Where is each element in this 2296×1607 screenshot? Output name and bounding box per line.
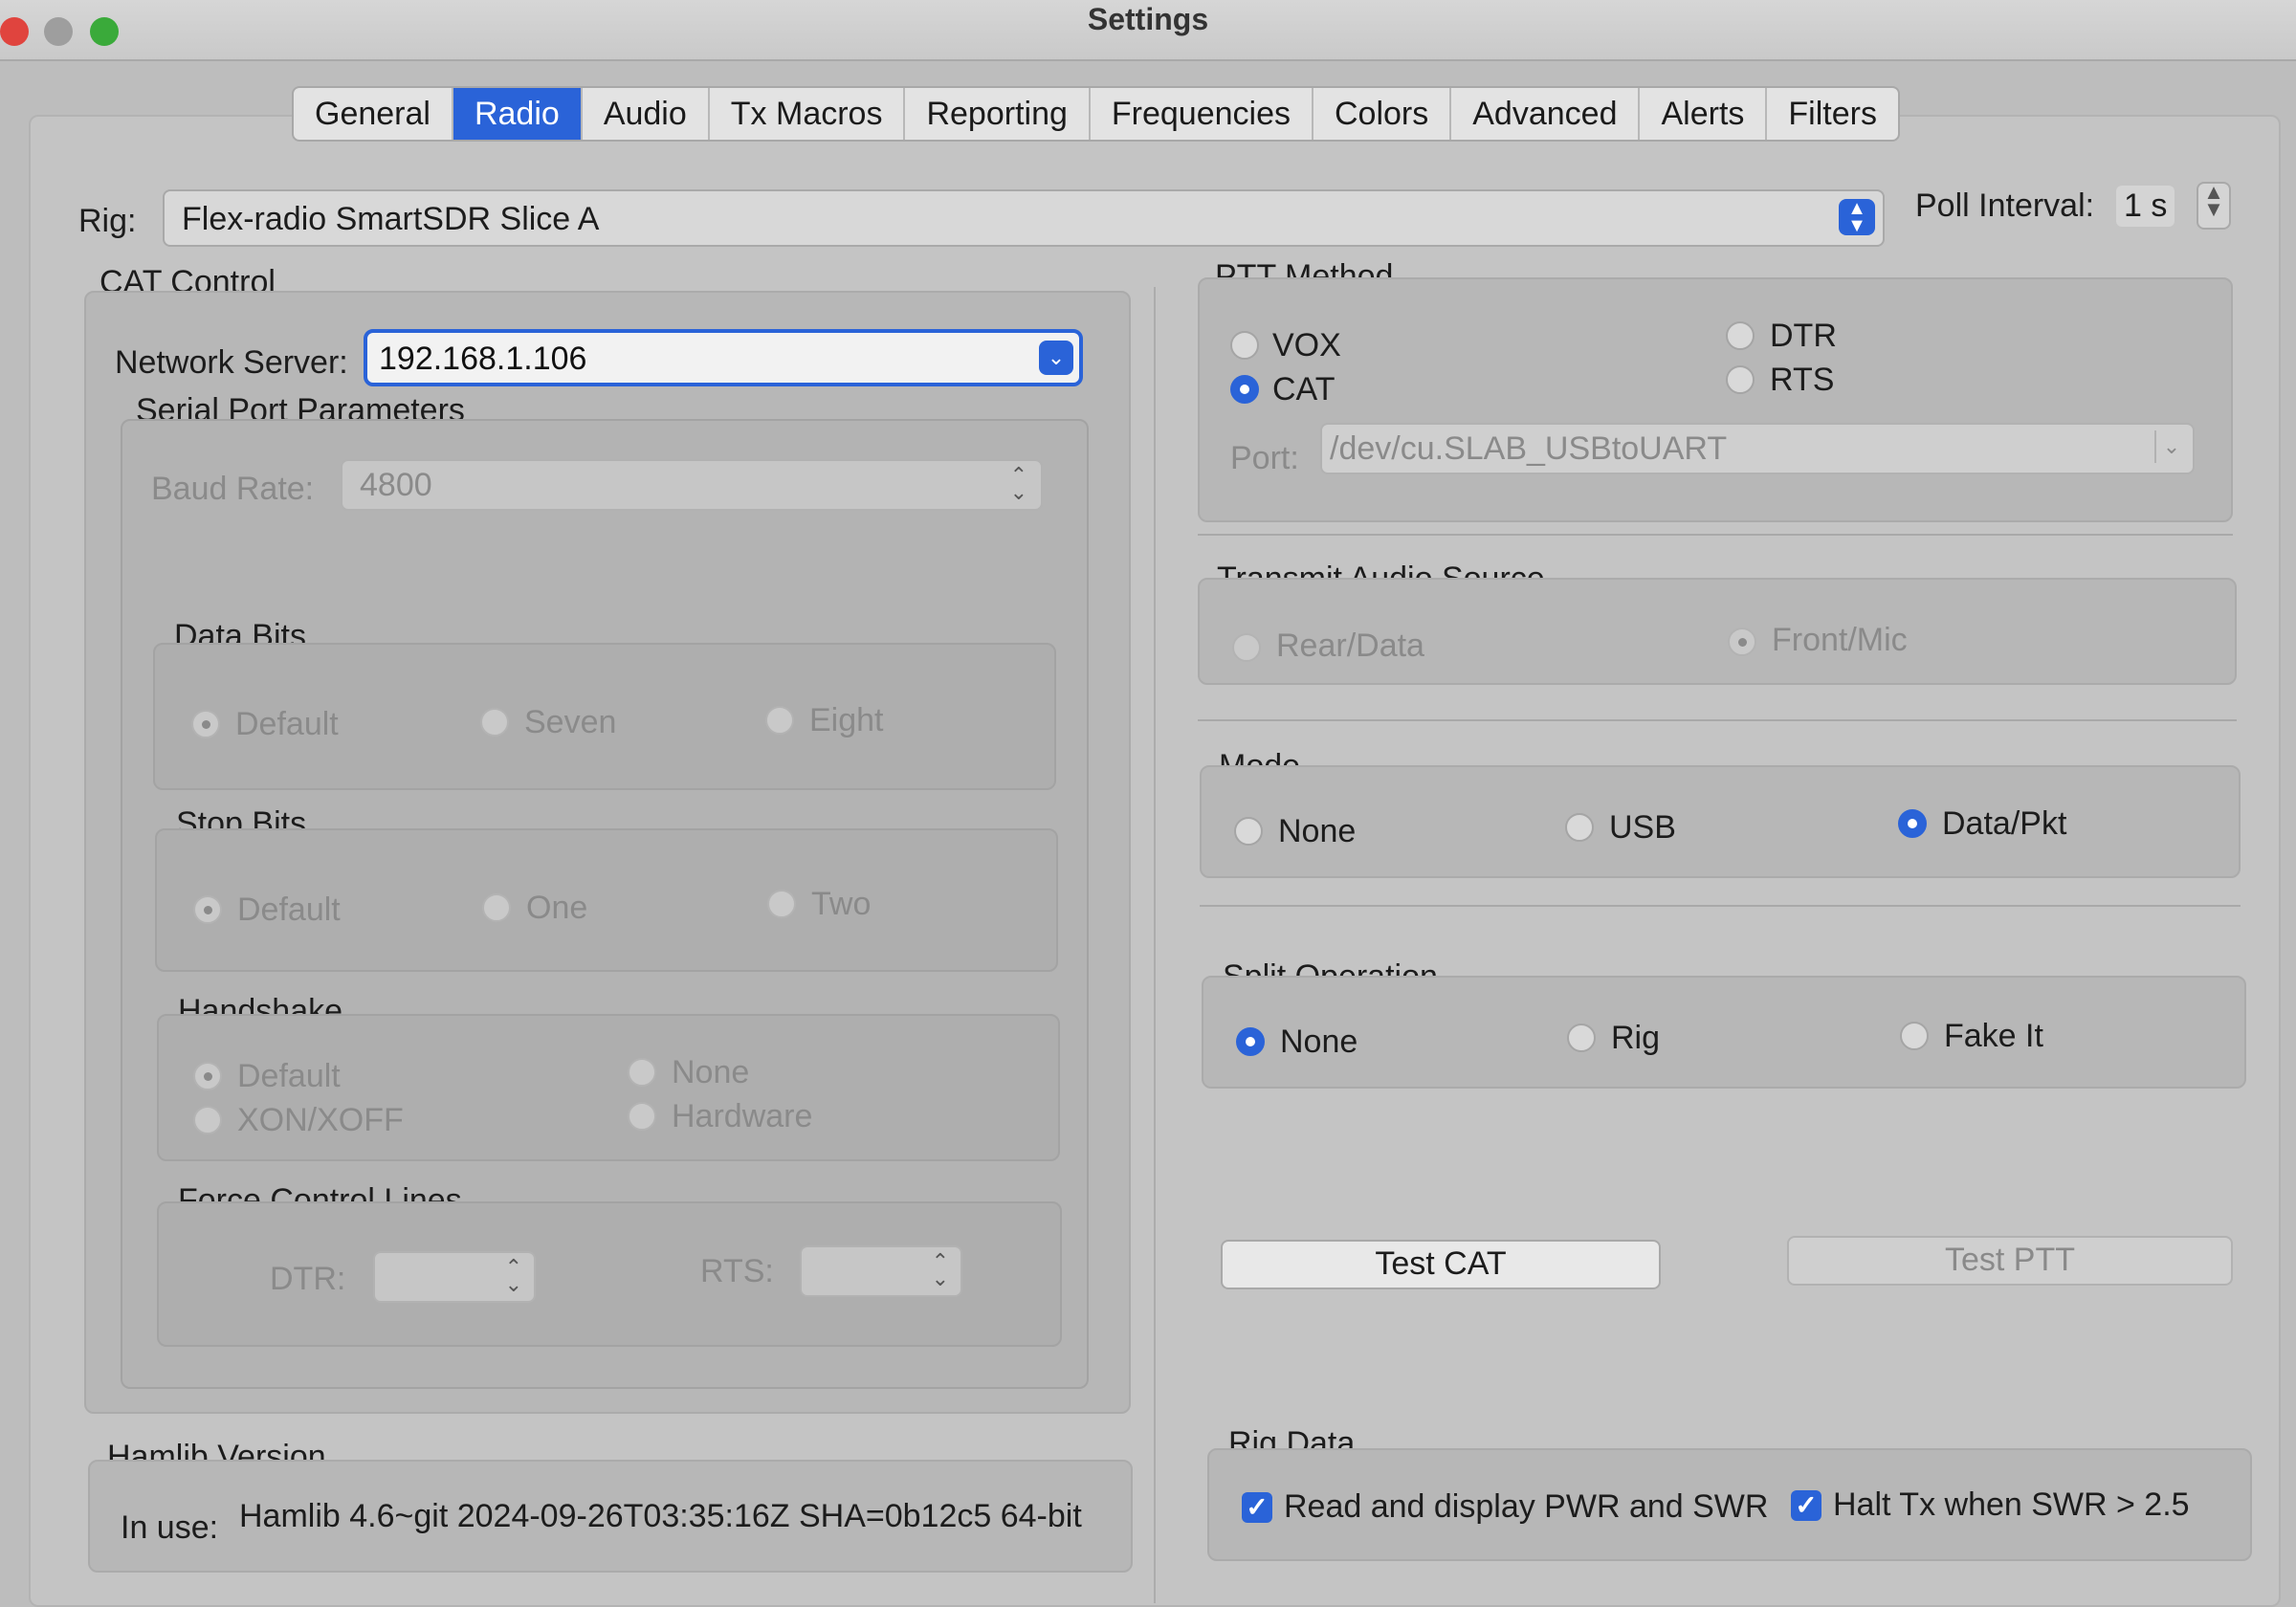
tab-radio[interactable]: Radio [453, 88, 583, 140]
tx-audio-front-label: Front/Mic [1772, 622, 1908, 658]
rts-label: RTS: [700, 1253, 774, 1289]
rts-select[interactable]: ⌃ ⌄ [800, 1245, 962, 1297]
split-none-radio[interactable] [1236, 1027, 1265, 1056]
pwr-swr-label: Read and display PWR and SWR [1284, 1488, 1769, 1525]
tab-colors[interactable]: Colors [1314, 88, 1452, 140]
handshake-default-radio[interactable] [193, 1062, 222, 1090]
mode-usb-radio[interactable] [1565, 813, 1594, 842]
tx-audio-rear-label: Rear/Data [1276, 627, 1424, 664]
ptt-rts-radio[interactable] [1726, 365, 1755, 394]
tab-bar: General Radio Audio Tx Macros Reporting … [292, 86, 1900, 142]
data-bits-default-radio[interactable] [191, 710, 220, 738]
separator [1198, 719, 2237, 721]
mode-datapkt-radio[interactable] [1898, 809, 1927, 838]
window-title: Settings [1087, 2, 1209, 36]
tab-filters[interactable]: Filters [1767, 88, 1898, 140]
mode-none-label: None [1278, 813, 1357, 849]
network-server-label: Network Server: [115, 344, 348, 381]
poll-interval-field[interactable]: 1 s [2116, 186, 2175, 227]
chevron-down-icon[interactable]: ⌄ [1039, 341, 1073, 375]
baud-rate-label: Baud Rate: [151, 471, 315, 507]
hamlib-version-value: Hamlib 4.6~git 2024-09-26T03:35:16Z SHA=… [239, 1498, 1082, 1534]
test-cat-button[interactable]: Test CAT [1221, 1240, 1661, 1289]
handshake-xonxoff-label: XON/XOFF [237, 1102, 404, 1138]
dtr-select[interactable]: ⌃ ⌄ [373, 1251, 536, 1303]
chevron-down-icon: ⌄ [2154, 430, 2187, 463]
ptt-vox-radio[interactable] [1230, 331, 1259, 360]
split-fakeit-radio[interactable] [1900, 1022, 1929, 1050]
split-fakeit-label: Fake It [1944, 1018, 2043, 1054]
halt-tx-label: Halt Tx when SWR > 2.5 [1833, 1486, 2190, 1523]
port-value: /dev/cu.SLAB_USBtoUART [1330, 430, 1728, 467]
split-group [1202, 976, 2246, 1089]
ptt-rts-label: RTS [1770, 362, 1835, 398]
rig-value: Flex-radio SmartSDR Slice A [182, 201, 600, 237]
separator [1200, 905, 2241, 907]
rig-label: Rig: [78, 203, 137, 239]
handshake-none-label: None [672, 1054, 750, 1090]
baud-rate-value: 4800 [360, 467, 432, 503]
handshake-default-label: Default [237, 1058, 341, 1094]
tab-frequencies[interactable]: Frequencies [1091, 88, 1314, 140]
port-select[interactable]: /dev/cu.SLAB_USBtoUART ⌄ [1320, 423, 2195, 474]
dtr-label: DTR: [270, 1261, 346, 1297]
ptt-vox-label: VOX [1272, 327, 1341, 363]
handshake-hardware-label: Hardware [672, 1098, 813, 1134]
stop-bits-one-radio[interactable] [482, 893, 511, 922]
tab-reporting[interactable]: Reporting [905, 88, 1091, 140]
data-bits-seven-label: Seven [524, 704, 617, 740]
pwr-swr-checkbox[interactable]: ✓ [1242, 1492, 1272, 1523]
network-server-input[interactable]: 192.168.1.106 ⌄ [364, 329, 1083, 386]
split-rig-radio[interactable] [1567, 1024, 1596, 1052]
updown-chevron-icon: ⌃ ⌄ [1009, 463, 1027, 504]
data-bits-eight-label: Eight [809, 702, 884, 738]
tx-audio-rear-radio[interactable] [1232, 633, 1261, 662]
handshake-none-radio[interactable] [628, 1058, 656, 1087]
mode-usb-label: USB [1609, 809, 1676, 846]
mode-datapkt-label: Data/Pkt [1942, 805, 2067, 842]
tab-audio[interactable]: Audio [583, 88, 710, 140]
title-bar: Settings [0, 0, 2296, 61]
network-server-value: 192.168.1.106 [379, 341, 587, 377]
split-rig-label: Rig [1611, 1020, 1661, 1056]
data-bits-eight-radio[interactable] [765, 706, 794, 735]
tab-general[interactable]: General [294, 88, 453, 140]
poll-interval-label: Poll Interval: [1915, 187, 2095, 224]
tab-advanced[interactable]: Advanced [1451, 88, 1641, 140]
updown-chevron-icon: ⌃ ⌄ [931, 1249, 949, 1290]
data-bits-default-label: Default [235, 706, 339, 742]
handshake-xonxoff-radio[interactable] [193, 1106, 222, 1134]
stop-bits-default-radio[interactable] [193, 895, 222, 924]
hamlib-in-use-label: In use: [121, 1509, 219, 1546]
mode-none-radio[interactable] [1234, 817, 1263, 846]
column-divider [1154, 287, 1156, 1603]
updown-chevron-icon: ⌃ ⌄ [504, 1255, 522, 1296]
tx-audio-front-radio[interactable] [1728, 627, 1756, 656]
halt-tx-checkbox[interactable]: ✓ [1791, 1490, 1821, 1521]
tab-tx-macros[interactable]: Tx Macros [710, 88, 906, 140]
test-ptt-button[interactable]: Test PTT [1787, 1236, 2233, 1286]
split-none-label: None [1280, 1024, 1358, 1060]
baud-rate-select[interactable]: 4800 ⌃ ⌄ [341, 459, 1043, 511]
stop-bits-default-label: Default [237, 892, 341, 928]
stop-bits-two-radio[interactable] [767, 890, 796, 918]
updown-chevron-icon: ▲ ▼ [1839, 199, 1875, 235]
ptt-cat-label: CAT [1272, 371, 1336, 407]
data-bits-seven-radio[interactable] [480, 708, 509, 737]
rig-select[interactable]: Flex-radio SmartSDR Slice A ▲ ▼ [163, 189, 1885, 247]
ptt-cat-radio[interactable] [1230, 375, 1259, 404]
poll-interval-stepper[interactable]: ▲ ▼ [2197, 182, 2231, 230]
handshake-hardware-radio[interactable] [628, 1102, 656, 1131]
ptt-method-group [1198, 277, 2233, 522]
separator [1198, 534, 2233, 536]
ptt-dtr-label: DTR [1770, 318, 1837, 354]
port-label: Port: [1230, 440, 1299, 476]
tab-alerts[interactable]: Alerts [1640, 88, 1768, 140]
stop-bits-one-label: One [526, 890, 588, 926]
stop-bits-two-label: Two [811, 886, 872, 922]
ptt-dtr-radio[interactable] [1726, 321, 1755, 350]
